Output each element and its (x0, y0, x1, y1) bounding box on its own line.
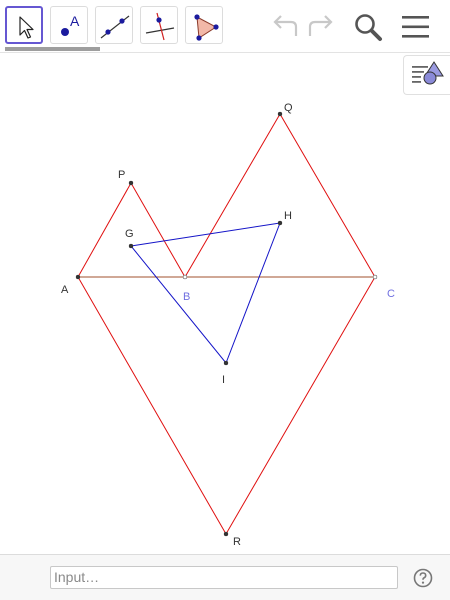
label-b: B (183, 291, 190, 303)
move-tool-button[interactable] (5, 6, 43, 44)
point-icon: A (61, 13, 80, 36)
help-icon[interactable] (413, 568, 433, 588)
triangle-acr[interactable] (77, 276, 376, 535)
label-i: I (222, 374, 225, 386)
point-tool-letter: A (70, 13, 80, 29)
toolbar-scroll-indicator[interactable] (5, 47, 100, 51)
label-g: G (125, 228, 134, 240)
label-r: R (233, 536, 241, 548)
toolbar-divider (0, 52, 450, 53)
triangle-ghi[interactable] (130, 222, 281, 364)
point-c[interactable] (372, 274, 378, 280)
redo-icon[interactable] (306, 14, 336, 40)
toolbar: A (0, 0, 450, 53)
perpendicular-line-icon (145, 12, 175, 41)
point-i[interactable] (223, 360, 229, 366)
point-h[interactable] (277, 220, 283, 226)
label-a: A (61, 284, 69, 296)
graphics-view[interactable]: A B C P Q R G H I (0, 0, 450, 600)
polygon-tool-button[interactable] (185, 6, 223, 44)
undo-icon[interactable] (270, 14, 300, 40)
point-p[interactable] (128, 180, 134, 186)
input-field[interactable]: Input… (50, 566, 398, 589)
label-p: P (118, 169, 125, 181)
polygon-icon (194, 14, 219, 41)
point-g[interactable] (128, 243, 134, 249)
point-r[interactable] (223, 531, 229, 537)
point-a[interactable] (75, 274, 81, 280)
input-bar: Input… (0, 554, 450, 600)
perpendicular-line-tool-button[interactable] (140, 6, 178, 44)
cursor-arrow-icon (19, 16, 34, 39)
menu-icon[interactable] (401, 14, 431, 40)
line-icon (100, 15, 130, 39)
search-icon[interactable] (352, 11, 384, 43)
label-c: C (387, 288, 395, 300)
label-h: H (284, 210, 292, 222)
point-b[interactable] (182, 274, 188, 280)
algebra-shapes-icon (412, 61, 444, 85)
label-q: Q (284, 102, 293, 114)
line-tool-button[interactable] (95, 6, 133, 44)
triangle-bqc[interactable] (184, 113, 376, 278)
point-tool-button[interactable]: A (50, 6, 88, 44)
point-q[interactable] (277, 111, 283, 117)
algebra-view-toggle[interactable] (403, 55, 450, 95)
